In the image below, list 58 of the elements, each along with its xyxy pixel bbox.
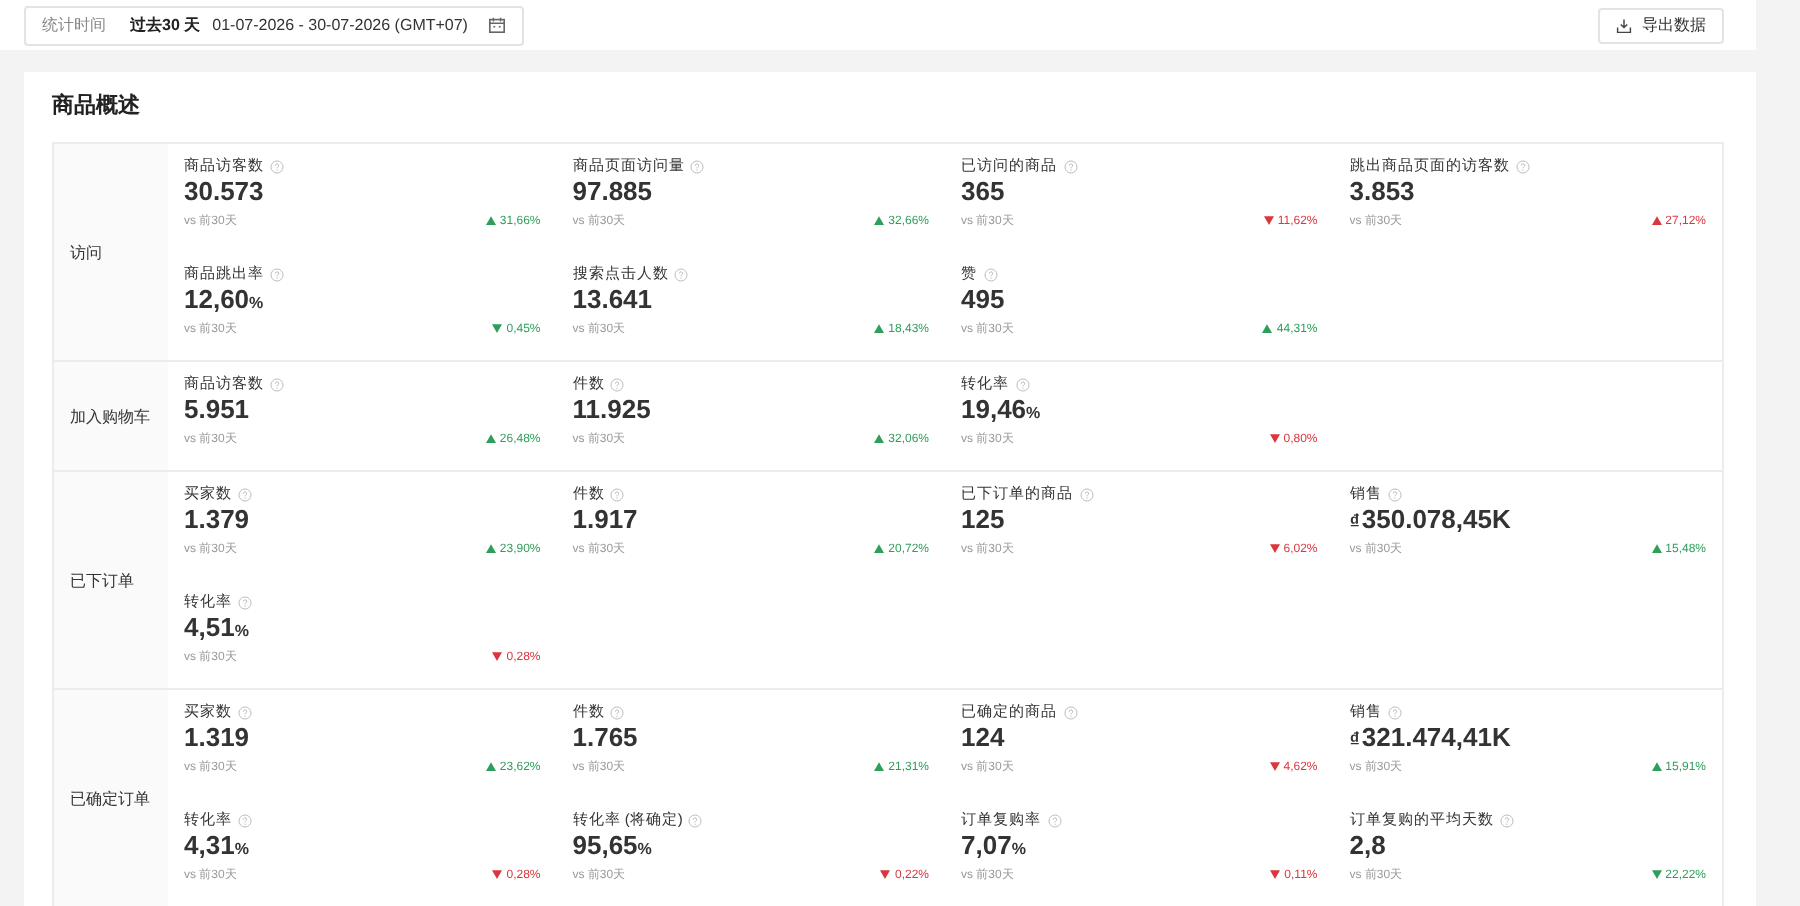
metric-value: 4,31% bbox=[184, 830, 251, 864]
metric-value: 1.319 bbox=[184, 722, 252, 756]
metric-value: 5.951 bbox=[184, 394, 252, 428]
metric-value: 365 bbox=[961, 176, 1007, 210]
metric-value: 12,60% bbox=[184, 284, 266, 318]
help-icon[interactable] bbox=[610, 377, 625, 391]
date-text: 01-07-2026 - 30-07-2026 (GMT+07) bbox=[212, 16, 468, 34]
group-label: 已确定订单 bbox=[54, 690, 168, 906]
metric-value: 4,51% bbox=[184, 612, 251, 646]
help-icon[interactable] bbox=[270, 377, 284, 391]
metric-value: 95,65% bbox=[572, 830, 654, 864]
metric-value: 13.641 bbox=[572, 284, 655, 318]
range-text: 过去30 天 bbox=[130, 14, 201, 36]
help-icon[interactable] bbox=[270, 267, 284, 281]
help-icon[interactable] bbox=[1047, 813, 1061, 827]
help-icon[interactable] bbox=[1499, 813, 1514, 827]
help-icon[interactable] bbox=[674, 267, 689, 281]
group-label: 访问 bbox=[54, 144, 168, 360]
help-icon[interactable] bbox=[1079, 487, 1093, 501]
metric-value: 125 bbox=[961, 504, 1007, 538]
metric-value: 7,07% bbox=[961, 830, 1028, 864]
date-range-picker[interactable]: 统计时间 过去30 天 01-07-2026 - 30-07-2026 (GMT+07) bbox=[24, 5, 524, 45]
metric-value: 1.765 bbox=[572, 722, 640, 756]
metric-value: 97.885 bbox=[572, 176, 655, 210]
metric-value: 1.379 bbox=[184, 504, 252, 538]
calendar-icon bbox=[487, 16, 506, 34]
filter-label: 统计时间 bbox=[42, 14, 106, 36]
help-icon[interactable] bbox=[610, 487, 625, 501]
help-icon[interactable] bbox=[610, 705, 625, 719]
metric-value: 124 bbox=[961, 722, 1007, 756]
metric-value: 1.917 bbox=[572, 504, 640, 538]
group-label: 已下订单 bbox=[54, 472, 168, 688]
help-icon[interactable] bbox=[238, 705, 252, 719]
help-icon[interactable] bbox=[238, 595, 252, 609]
group-label: 加入购物车 bbox=[54, 362, 168, 470]
help-icon[interactable] bbox=[1515, 159, 1530, 173]
metric-value: 11.925 bbox=[572, 394, 653, 428]
help-icon[interactable] bbox=[1387, 705, 1402, 719]
export-button[interactable]: 导出数据 bbox=[1598, 7, 1724, 43]
metric-value: ₫350.078,45K bbox=[1349, 504, 1513, 538]
metric-value: 2,8 bbox=[1349, 830, 1388, 864]
help-icon[interactable] bbox=[238, 813, 252, 827]
help-icon[interactable] bbox=[983, 267, 997, 281]
help-icon[interactable] bbox=[1387, 487, 1402, 501]
help-icon[interactable] bbox=[1063, 159, 1077, 173]
metric-value: 495 bbox=[961, 284, 1007, 318]
help-icon[interactable] bbox=[1063, 705, 1077, 719]
help-icon[interactable] bbox=[1015, 377, 1029, 391]
help-icon[interactable] bbox=[270, 159, 284, 173]
metric-value: 19,46% bbox=[961, 394, 1043, 428]
help-icon[interactable] bbox=[690, 159, 705, 173]
metric-value: 30.573 bbox=[184, 176, 266, 210]
help-icon[interactable] bbox=[688, 813, 703, 827]
metric-value: 3.853 bbox=[1349, 176, 1417, 210]
section-title: 商品概述 bbox=[52, 91, 142, 122]
download-icon bbox=[1616, 17, 1632, 33]
metric-value: ₫321.474,41K bbox=[1349, 722, 1513, 756]
help-icon[interactable] bbox=[238, 487, 252, 501]
